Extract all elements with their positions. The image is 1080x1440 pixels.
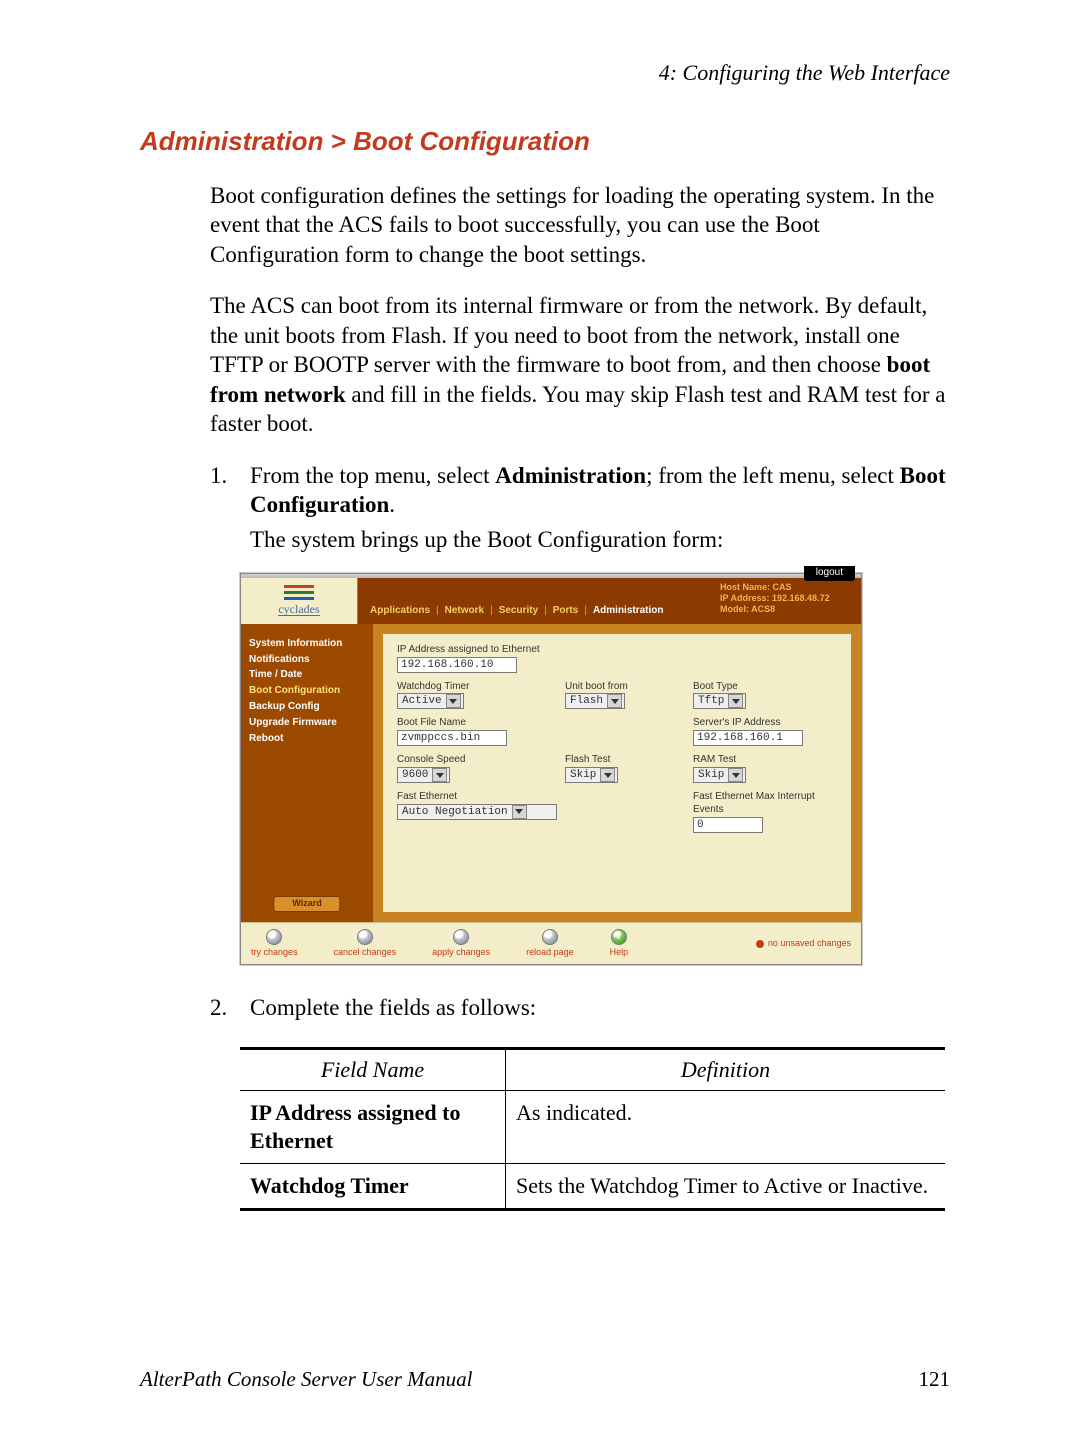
- flash-test-select[interactable]: Skip: [565, 767, 618, 783]
- watchdog-timer-select[interactable]: Active: [397, 693, 464, 709]
- chevron-down-icon: [446, 694, 461, 708]
- col-field-name: Field Name: [240, 1048, 506, 1090]
- sidebar-item-notifications[interactable]: Notifications: [249, 654, 365, 667]
- wizard-button[interactable]: Wizard: [273, 896, 340, 912]
- step-1-result: The system brings up the Boot Configurat…: [250, 527, 723, 552]
- boot-config-form: IP Address assigned to Ethernet 192.168.…: [373, 624, 861, 922]
- chevron-down-icon: [728, 768, 743, 782]
- flash-test-label: Flash Test: [565, 754, 675, 767]
- table-row: Watchdog Timer Sets the Watchdog Timer t…: [240, 1164, 945, 1210]
- status-dot-icon: [756, 940, 764, 948]
- sidebar-item-upgrade-firmware[interactable]: Upgrade Firmware: [249, 717, 365, 730]
- field-definitions-table: Field Name Definition IP Address assigne…: [240, 1047, 945, 1212]
- boot-type-label: Boot Type: [693, 681, 833, 694]
- ram-test-label: RAM Test: [693, 754, 833, 767]
- sidebar-item-boot-configuration[interactable]: Boot Configuration: [249, 685, 365, 698]
- boot-file-name-input[interactable]: zvmppccs.bin: [397, 730, 507, 746]
- tab-applications[interactable]: Applications: [370, 605, 430, 618]
- intro-paragraph-1: Boot configuration defines the settings …: [210, 181, 950, 269]
- unit-boot-from-select[interactable]: Flash: [565, 693, 625, 709]
- console-speed-select[interactable]: 9600: [397, 767, 450, 783]
- sidebar-item-system-information[interactable]: System Information: [249, 638, 365, 651]
- boot-type-select[interactable]: Tftp: [693, 693, 746, 709]
- col-definition: Definition: [506, 1048, 946, 1090]
- apply-changes-button[interactable]: apply changes: [432, 929, 490, 959]
- ram-test-select[interactable]: Skip: [693, 767, 746, 783]
- footer-manual-title: AlterPath Console Server User Manual: [140, 1367, 472, 1392]
- chevron-down-icon: [600, 768, 615, 782]
- max-interrupt-input[interactable]: 0: [693, 817, 763, 833]
- sidebar-item-reboot[interactable]: Reboot: [249, 733, 365, 746]
- brand-logo: cyclades: [241, 578, 358, 624]
- sidebar-item-time-date[interactable]: Time / Date: [249, 669, 365, 682]
- fast-ethernet-select[interactable]: Auto Negotiation: [397, 804, 557, 820]
- tab-ports[interactable]: Ports: [553, 605, 579, 618]
- chevron-down-icon: [607, 694, 622, 708]
- ip-address-label: IP Address assigned to Ethernet: [397, 644, 833, 657]
- help-icon: [611, 929, 627, 945]
- boot-config-screenshot: logout cyclades Applications| Network| S…: [240, 573, 862, 966]
- host-info: Host Name: CAS IP Address: 192.168.48.72…: [714, 578, 861, 624]
- max-interrupt-label: Fast Ethernet Max Interrupt Events: [693, 791, 833, 817]
- unit-boot-from-label: Unit boot from: [565, 681, 675, 694]
- intro-paragraph-2: The ACS can boot from its internal firmw…: [210, 291, 950, 438]
- chevron-down-icon: [432, 768, 447, 782]
- chevron-down-icon: [512, 805, 527, 819]
- tab-administration[interactable]: Administration: [593, 605, 664, 618]
- chevron-down-icon: [728, 694, 743, 708]
- help-button[interactable]: Help: [610, 929, 629, 959]
- cancel-changes-button[interactable]: cancel changes: [334, 929, 397, 959]
- footer-page-number: 121: [919, 1367, 951, 1392]
- step-1: 1. From the top menu, select Administrat…: [210, 461, 950, 555]
- ip-address-input[interactable]: 192.168.160.10: [397, 657, 517, 673]
- try-changes-button[interactable]: try changes: [251, 929, 298, 959]
- reload-page-button[interactable]: reload page: [526, 929, 574, 959]
- logo-stripes-icon: [284, 585, 314, 601]
- fast-ethernet-label: Fast Ethernet: [397, 791, 675, 804]
- unsaved-changes-indicator: no unsaved changes: [756, 938, 851, 950]
- step-2: 2. Complete the fields as follows:: [210, 993, 950, 1022]
- table-row: IP Address assigned to Ethernet As indic…: [240, 1090, 945, 1163]
- running-header: 4: Configuring the Web Interface: [140, 60, 950, 86]
- top-menu: Applications| Network| Security| Ports| …: [358, 578, 714, 624]
- left-menu: System Information Notifications Time / …: [241, 624, 373, 922]
- sidebar-item-backup-config[interactable]: Backup Config: [249, 701, 365, 714]
- section-heading: Administration > Boot Configuration: [140, 126, 950, 157]
- action-footer: try changes cancel changes apply changes…: [241, 922, 861, 965]
- console-speed-label: Console Speed: [397, 754, 547, 767]
- watchdog-timer-label: Watchdog Timer: [397, 681, 547, 694]
- server-ip-input[interactable]: 192.168.160.1: [693, 730, 803, 746]
- tab-network[interactable]: Network: [445, 605, 484, 618]
- server-ip-label: Server's IP Address: [693, 717, 833, 730]
- boot-file-name-label: Boot File Name: [397, 717, 547, 730]
- tab-security[interactable]: Security: [499, 605, 538, 618]
